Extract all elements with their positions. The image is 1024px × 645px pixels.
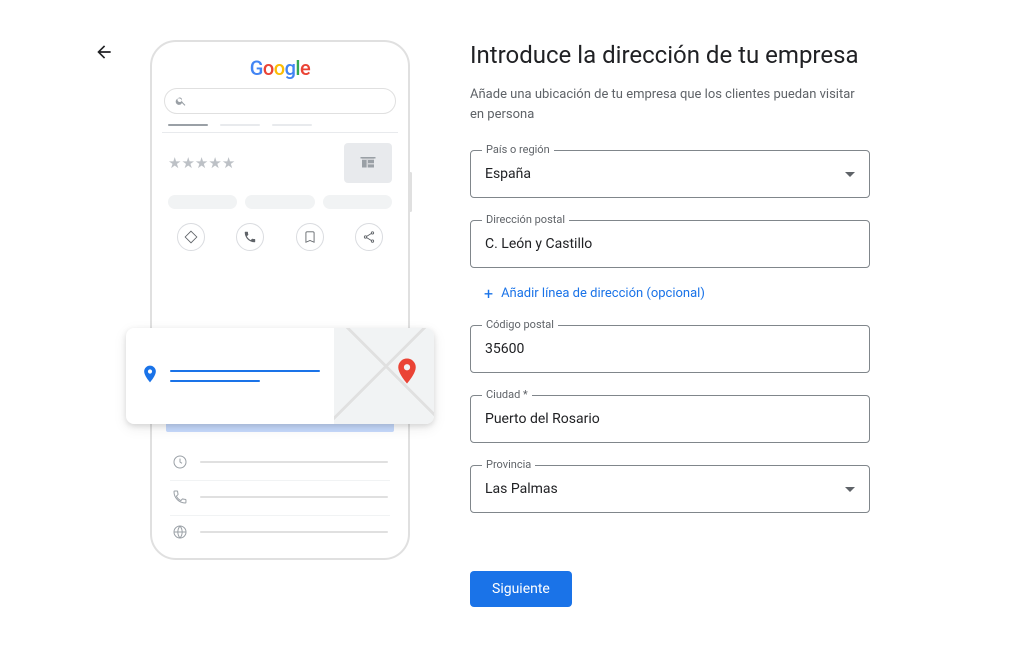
directions-icon: [177, 223, 205, 251]
phone-illustration: Google ★★★★★: [150, 40, 410, 607]
map-pin-red-icon: [392, 356, 422, 390]
page-title: Introduce la dirección de tu empresa: [470, 40, 870, 71]
add-address-line-button[interactable]: + Añadir línea de dirección (opcional): [484, 284, 870, 303]
page-subtitle: Añade una ubicación de tu empresa que lo…: [470, 85, 870, 124]
add-line-label: Añadir línea de dirección (opcional): [501, 286, 705, 301]
postal-field[interactable]: Código postal 35600: [470, 325, 870, 373]
map-pin-blue-icon: [140, 364, 160, 388]
globe-icon: [172, 524, 188, 540]
back-button[interactable]: [94, 42, 114, 66]
chevron-down-icon: [845, 487, 855, 492]
business-image-placeholder: [344, 143, 392, 183]
province-value: Las Palmas: [485, 481, 558, 497]
location-card: [126, 328, 434, 424]
call-row: [170, 480, 390, 513]
postal-value: 35600: [485, 341, 524, 357]
postal-label: Código postal: [482, 318, 558, 331]
phone-icon: [172, 489, 188, 505]
province-field[interactable]: Provincia Las Palmas: [470, 465, 870, 513]
province-label: Provincia: [482, 458, 535, 471]
country-value: España: [485, 166, 531, 182]
country-label: País o región: [482, 143, 554, 156]
website-row: [170, 515, 390, 548]
google-logo: Google: [164, 56, 396, 80]
search-icon: [175, 95, 187, 107]
share-icon: [355, 223, 383, 251]
address-field[interactable]: Dirección postal C. León y Castillo: [470, 220, 870, 268]
hours-row: [170, 446, 390, 478]
bookmark-icon: [296, 223, 324, 251]
city-field[interactable]: Ciudad * Puerto del Rosario: [470, 395, 870, 443]
rating-stars: ★★★★★: [168, 154, 235, 172]
clock-icon: [172, 454, 188, 470]
country-field[interactable]: País o región España: [470, 150, 870, 198]
search-bar: [164, 88, 396, 114]
address-form: Introduce la dirección de tu empresa Aña…: [470, 40, 870, 607]
city-value: Puerto del Rosario: [485, 411, 600, 427]
chevron-down-icon: [845, 172, 855, 177]
city-label: Ciudad *: [482, 388, 532, 401]
address-value: C. León y Castillo: [485, 236, 592, 252]
phone-icon: [236, 223, 264, 251]
plus-icon: +: [484, 284, 493, 303]
next-button[interactable]: Siguiente: [470, 571, 572, 607]
address-label: Dirección postal: [482, 213, 569, 226]
phone-frame: Google ★★★★★: [150, 40, 410, 560]
